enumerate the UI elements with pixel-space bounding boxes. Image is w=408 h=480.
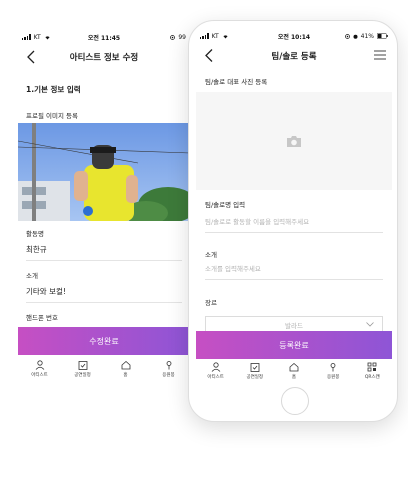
register-complete-button[interactable]: 등록완료 — [196, 331, 392, 359]
calendar-icon — [78, 361, 87, 370]
lightstick-icon — [330, 363, 336, 372]
nav-bar: 팀/솔로 등록 — [196, 43, 392, 69]
divider — [205, 232, 383, 233]
back-arrow-icon[interactable] — [204, 48, 216, 63]
artist-icon — [35, 360, 44, 370]
battery-label: 99 — [178, 33, 186, 41]
name-label: 팀/솔로명 입력 — [205, 201, 246, 209]
intro-field[interactable]: 소개 기타와 보컬! — [26, 270, 190, 303]
home-icon — [289, 362, 299, 372]
tab-label: 홈 — [291, 375, 297, 380]
divider — [26, 302, 182, 303]
tab-label: 아티스트 — [207, 375, 224, 380]
lightstick-icon — [166, 361, 171, 370]
status-bar: KT 오전 11:45 99 — [18, 30, 190, 44]
device-home-button[interactable] — [281, 387, 309, 415]
front-phone-screen: KT 오전 10:14 41% 팀/솔로 등록 팀/솔로 대표 사진 등록 팀/… — [196, 29, 392, 381]
status-bar: KT 오전 10:14 41% — [196, 29, 392, 43]
tab-label: 공연일정 — [246, 375, 264, 380]
alarm-icon — [353, 34, 358, 39]
tab-label: 응원봉 — [326, 375, 340, 380]
name-input[interactable]: 팀/솔로로 활동할 이름을 입력해주세요 — [205, 216, 383, 233]
battery-label: 41% — [360, 32, 374, 40]
calendar-icon — [250, 363, 260, 372]
field-label: 소개 — [26, 272, 38, 280]
intro-placeholder: 소개를 입력해주세요 — [205, 265, 261, 273]
intro-label: 소개 — [205, 251, 217, 259]
tab-artist[interactable]: 아티스트 — [198, 362, 234, 380]
tab-label: QR스캔 — [364, 375, 380, 380]
tab-qr[interactable]: QR스캔 — [354, 362, 390, 380]
tab-lightstick[interactable]: 응원봉 — [151, 360, 187, 378]
camera-icon — [287, 135, 301, 147]
activity-name-field[interactable]: 활동명 최한규 — [26, 228, 190, 261]
page-title: 아티스트 정보 수정 — [69, 53, 139, 63]
tab-label: 공연일정 — [74, 373, 91, 378]
tab-home[interactable]: 홈 — [108, 360, 144, 378]
genre-selected-value: 발라드 — [285, 322, 303, 330]
artist-icon — [211, 362, 220, 372]
phone-label: 핸드폰 번호 — [26, 314, 58, 322]
tab-bar: 아티스트 공연일정 홈 응원봉 QR스캔 — [196, 362, 392, 380]
battery-icon — [377, 33, 388, 39]
tab-calendar[interactable]: 공연일정 — [237, 362, 273, 380]
photo-label: 팀/솔로 대표 사진 등록 — [205, 78, 268, 86]
location-icon — [170, 34, 176, 40]
tab-artist[interactable]: 아티스트 — [22, 360, 58, 378]
back-nav-bar: 아티스트 정보 수정 — [18, 44, 190, 70]
front-phone: KT 오전 10:14 41% 팀/솔로 등록 팀/솔로 대표 사진 등록 팀/… — [188, 20, 398, 422]
profile-image-label: 프로필 이미지 등록 — [26, 112, 78, 120]
qr-icon — [367, 362, 377, 372]
edit-complete-button[interactable]: 수정완료 — [18, 327, 190, 355]
back-phone-screen: KT 오전 11:45 99 아티스트 정보 수정 1.기본 정보 입력 프로필… — [18, 30, 190, 385]
back-arrow-icon[interactable] — [26, 50, 38, 64]
tab-lightstick[interactable]: 응원봉 — [315, 362, 351, 380]
home-icon — [121, 360, 130, 370]
name-placeholder: 팀/솔로로 활동할 이름을 입력해주세요 — [205, 218, 310, 226]
tab-calendar[interactable]: 공연일정 — [65, 360, 101, 378]
field-label: 활동명 — [26, 230, 44, 238]
tab-home[interactable]: 홈 — [276, 362, 312, 380]
page-title: 팀/솔로 등록 — [271, 52, 317, 62]
chevron-down-icon — [366, 322, 374, 327]
status-time: 오전 11:45 — [87, 34, 121, 42]
photo-upload-area[interactable] — [196, 92, 392, 190]
genre-label: 장르 — [205, 299, 217, 307]
tab-label: 응원봉 — [162, 373, 175, 378]
section-title: 1.기본 정보 입력 — [26, 85, 81, 94]
phone-field[interactable]: 핸드폰 번호 — [26, 312, 190, 322]
back-tab-bar: 아티스트 공연일정 홈 응원봉 — [18, 360, 190, 378]
divider — [205, 279, 383, 280]
intro-input[interactable]: 소개를 입력해주세요 — [205, 263, 383, 280]
divider — [26, 260, 182, 261]
profile-photo[interactable] — [18, 123, 190, 221]
field-value: 최한규 — [26, 245, 47, 254]
field-value: 기타와 보컬! — [26, 287, 66, 296]
tab-label: 아티스트 — [31, 373, 48, 378]
tab-label: 홈 — [123, 373, 128, 378]
location-icon — [344, 33, 350, 39]
hamburger-menu-icon[interactable] — [374, 50, 386, 60]
